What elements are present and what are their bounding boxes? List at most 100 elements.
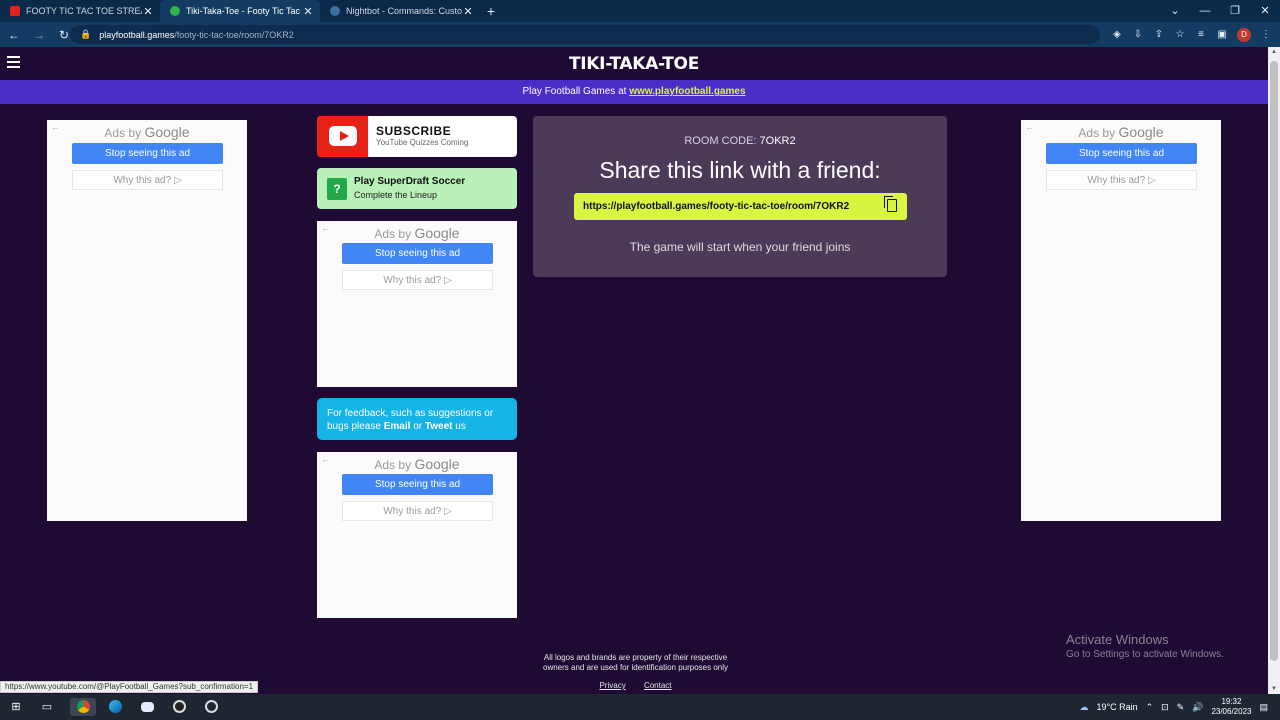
- windows-taskbar: ⊞ ▭ ☁ 19°C Rain ⌃ ⊡ ✎ 🔊 19:32 23/06/2023…: [0, 694, 1280, 720]
- close-tab-icon[interactable]: ✕: [142, 5, 154, 18]
- privacy-link[interactable]: Privacy: [599, 681, 625, 690]
- why-this-ad-button[interactable]: Why this ad? ▷: [72, 170, 223, 190]
- feedback-box: For feedback, such as suggestions or bug…: [317, 398, 517, 440]
- page-scrollbar[interactable]: ▲ ▼: [1268, 47, 1280, 694]
- why-this-ad-button[interactable]: Why this ad? ▷: [1046, 170, 1197, 190]
- stop-seeing-ad-button[interactable]: Stop seeing this ad: [342, 243, 493, 264]
- clock[interactable]: 19:32 23/06/2023: [1211, 697, 1251, 717]
- room-link[interactable]: https://playfootball.games/footy-tic-tac…: [583, 201, 849, 212]
- edge-icon[interactable]: [106, 698, 124, 716]
- room-link-box[interactable]: https://playfootball.games/footy-tic-tac…: [574, 193, 907, 220]
- close-window-button[interactable]: ✕: [1250, 0, 1280, 22]
- weather-icon[interactable]: ☁: [1079, 702, 1088, 713]
- new-tab-button[interactable]: +: [480, 0, 502, 22]
- clock-time: 19:32: [1221, 697, 1242, 706]
- install-icon[interactable]: ⇩: [1132, 29, 1144, 40]
- site-header: TIKI-TAKA-TOE: [0, 47, 1268, 80]
- extension-icon[interactable]: ◈: [1111, 29, 1123, 40]
- share-heading: Share this link with a friend:: [599, 157, 881, 183]
- volume-icon[interactable]: 🔊: [1192, 702, 1203, 713]
- weather-text[interactable]: 19°C Rain: [1096, 702, 1137, 712]
- ad-right: ← Ads by Google Stop seeing this ad Why …: [1021, 120, 1221, 521]
- contact-link[interactable]: Contact: [644, 681, 672, 690]
- activate-subtitle: Go to Settings to activate Windows.: [1066, 649, 1224, 660]
- browser-toolbar: ◈ ⇩ ⇪ ☆ ≡ ▣ D ⋮: [1111, 22, 1272, 47]
- ads-by-google: Ads by Google: [317, 456, 517, 472]
- site-logo[interactable]: TIKI-TAKA-TOE: [0, 54, 1268, 74]
- promo-banner: Play Football Games at www.playfootball.…: [0, 80, 1268, 104]
- scroll-down-icon[interactable]: ▼: [1268, 686, 1280, 692]
- close-tab-icon[interactable]: ✕: [462, 5, 474, 18]
- windows-start-icon[interactable]: ⊞: [7, 698, 25, 716]
- scrollbar-thumb[interactable]: [1270, 61, 1278, 661]
- ads-by-label: Ads by: [1078, 126, 1116, 140]
- tab-nightbot[interactable]: Nightbot - Commands: Custom ✕: [320, 0, 480, 22]
- superdraft-promo-button[interactable]: ? Play SuperDraft Soccer Complete the Li…: [317, 168, 517, 209]
- bookmark-star-icon[interactable]: ☆: [1174, 29, 1186, 40]
- activate-title: Activate Windows: [1066, 632, 1169, 647]
- reading-list-icon[interactable]: ≡: [1195, 29, 1207, 40]
- feedback-us: us: [455, 421, 466, 432]
- superdraft-subtitle: Complete the Lineup: [354, 190, 438, 200]
- tray-overflow-icon[interactable]: ⌃: [1146, 702, 1154, 713]
- room-code-label: ROOM CODE:: [684, 135, 757, 147]
- url-field[interactable]: 🔒 playfootball.games/footy-tic-tac-toe/r…: [70, 25, 1100, 44]
- footer-links: Privacy Contact: [534, 681, 737, 691]
- profile-avatar[interactable]: D: [1237, 27, 1251, 42]
- subscribe-subtitle: YouTube Quizzes Coming: [376, 138, 469, 147]
- why-this-ad-button[interactable]: Why this ad? ▷: [342, 501, 493, 521]
- side-panel-icon[interactable]: ▣: [1216, 29, 1228, 40]
- youtube-logo-icon: [317, 116, 368, 157]
- restore-button[interactable]: ❐: [1220, 0, 1250, 22]
- back-icon[interactable]: ←: [3, 28, 25, 42]
- minimize-button[interactable]: —: [1190, 0, 1220, 22]
- lock-icon[interactable]: 🔒: [80, 29, 91, 40]
- google-label: Google: [414, 456, 460, 472]
- forward-icon[interactable]: →: [28, 28, 50, 42]
- google-label: Google: [414, 225, 460, 241]
- copy-icon[interactable]: [884, 196, 897, 212]
- feedback-text: For feedback, such as suggestions or bug…: [327, 408, 494, 432]
- ads-by-google: Ads by Google: [47, 124, 247, 140]
- promo-link[interactable]: www.playfootball.games: [629, 86, 745, 97]
- share-icon[interactable]: ⇪: [1153, 29, 1165, 40]
- question-mark-icon: ?: [327, 178, 347, 200]
- stop-seeing-ad-button[interactable]: Stop seeing this ad: [342, 474, 493, 495]
- tweet-link[interactable]: Tweet: [425, 421, 453, 432]
- ad-left: ← Ads by Google Stop seeing this ad Why …: [47, 120, 247, 521]
- google-label: Google: [144, 124, 190, 140]
- ads-by-label: Ads by: [374, 458, 412, 472]
- youtube-subscribe-button[interactable]: SUBSCRIBE YouTube Quizzes Coming: [317, 116, 517, 157]
- site-footer: All logos and brands are property of the…: [534, 653, 737, 691]
- tab-tiki-taka-toe[interactable]: Tiki-Taka-Toe - Footy Tic Tac Toe ✕: [160, 0, 320, 22]
- email-link[interactable]: Email: [384, 421, 411, 432]
- close-tab-icon[interactable]: ✕: [302, 5, 314, 18]
- tab-title: Nightbot - Commands: Custom: [346, 6, 462, 16]
- task-view-icon[interactable]: ▭: [38, 698, 56, 716]
- feedback-or: or: [413, 421, 423, 432]
- tab-youtube[interactable]: FOOTY TIC TAC TOE STREAM - Yo ✕: [0, 0, 160, 22]
- room-code-value: 7OKR2: [759, 135, 796, 147]
- chrome-icon[interactable]: [70, 698, 96, 716]
- network-icon[interactable]: ⊡: [1161, 702, 1169, 713]
- url-path: /footy-tic-tac-toe/room/7OKR2: [174, 29, 294, 40]
- obs-studio-icon[interactable]: [202, 698, 220, 716]
- why-this-ad-button[interactable]: Why this ad? ▷: [342, 270, 493, 290]
- browser-menu-icon[interactable]: ⋮: [1260, 29, 1272, 40]
- ad-middle-top: ← Ads by Google Stop seeing this ad Why …: [317, 221, 517, 387]
- discord-icon[interactable]: [138, 698, 156, 716]
- tab-search-icon[interactable]: ⌄: [1160, 0, 1190, 22]
- activate-windows-watermark: Activate Windows Go to Settings to activ…: [1066, 632, 1224, 660]
- status-bar-url: https://www.youtube.com/@PlayFootball_Ga…: [0, 681, 259, 693]
- clock-date: 23/06/2023: [1211, 707, 1252, 716]
- stop-seeing-ad-button[interactable]: Stop seeing this ad: [1046, 143, 1197, 164]
- obs-icon[interactable]: [170, 698, 188, 716]
- notifications-icon[interactable]: ▤: [1259, 702, 1268, 713]
- google-label: Google: [1118, 124, 1164, 140]
- subscribe-title: SUBSCRIBE: [376, 124, 452, 138]
- tab-title: FOOTY TIC TAC TOE STREAM - Yo: [26, 6, 142, 16]
- scroll-up-icon[interactable]: ▲: [1268, 49, 1280, 55]
- pen-icon[interactable]: ✎: [1177, 702, 1185, 713]
- stop-seeing-ad-button[interactable]: Stop seeing this ad: [72, 143, 223, 164]
- youtube-favicon-icon: [10, 6, 20, 16]
